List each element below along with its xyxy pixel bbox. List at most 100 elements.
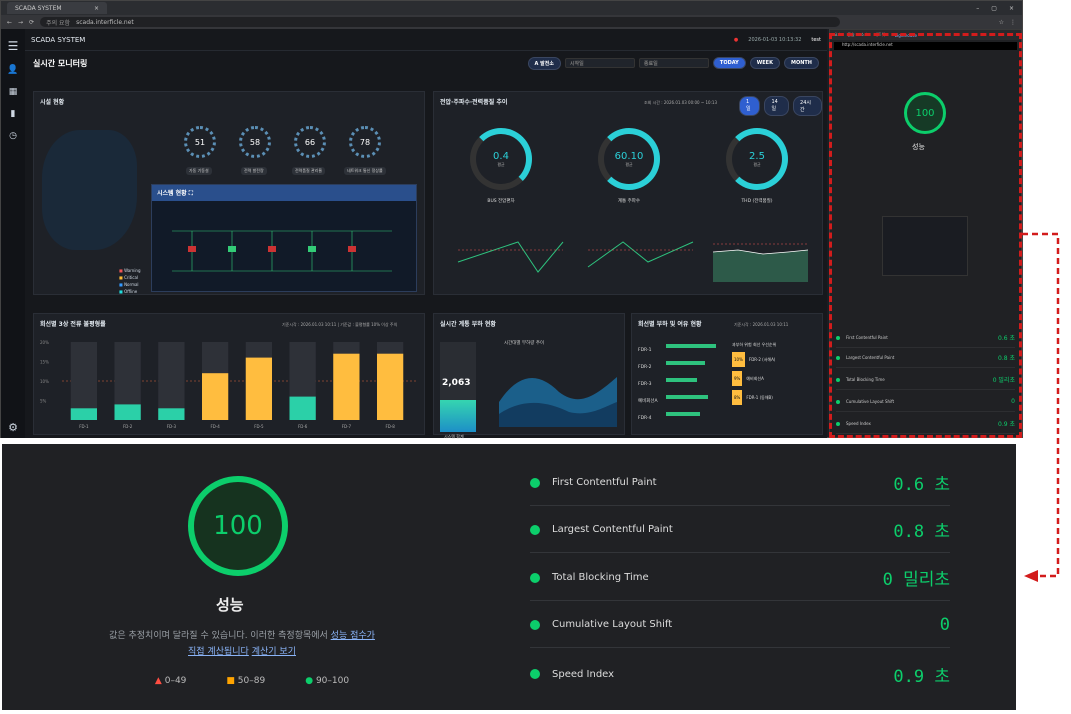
week-button[interactable]: WEEK [749, 57, 780, 69]
realtime-panel: 실시간 계통 부하 현황 2,063 시스템 합계 시간대별 부하량 추이 [433, 313, 625, 439]
forward-icon[interactable]: → [18, 19, 23, 26]
ring-1-sub: 평균 [497, 161, 505, 167]
y-tick-label: 15% [40, 360, 49, 365]
alert-title: 과부하 위험 회선 우선순위 [732, 342, 777, 347]
realtime-area-chart [499, 377, 617, 427]
big-score-label: 성능 [216, 596, 244, 614]
app-logo: SCADA SYSTEM [31, 35, 86, 44]
ring-3-value: 2.5 [749, 150, 765, 162]
url-text: scada.interficle.net [76, 18, 134, 26]
tab-bar: SCADA SYSTEM × – ▢ × [1, 1, 1022, 15]
score-link-3[interactable]: 계산기 보기 [252, 647, 296, 657]
metric-tbt-name: Total Blocking Time [552, 572, 649, 583]
bar-background [158, 342, 185, 420]
korea-map [42, 130, 137, 250]
grid-icon[interactable]: ▦ [9, 87, 18, 97]
alarm-icon[interactable]: ● [734, 37, 738, 43]
browser-tab[interactable]: SCADA SYSTEM × [7, 2, 107, 14]
month-button[interactable]: MONTH [783, 57, 819, 69]
ring-1-label: BUS 전압편차 [487, 199, 515, 204]
date-to-input[interactable]: 종료일 [638, 58, 709, 68]
ring-2-sub: 평균 [625, 161, 633, 167]
gauge-1: 51 [184, 126, 216, 158]
facility-title: 시설 현황 [40, 99, 65, 106]
metric-cls-value: 0 [939, 614, 950, 635]
overload-title: 회선별 부하 및 여유 현황 [638, 321, 702, 328]
hamburger-icon[interactable]: ☰ [8, 39, 19, 53]
alert-1-name: FDR-2 (서해A) [748, 356, 776, 362]
score-note-text: 값은 추정치이며 달라질 수 있습니다. 이러한 측정항목에서 [109, 631, 331, 641]
app-header: SCADA SYSTEM ● 2026-01-03 10:13:32 test [25, 29, 827, 51]
menu-icon[interactable]: ⋮ [1010, 19, 1016, 26]
x-tick-label: FD-5 [254, 424, 264, 429]
fail-icon: ▲ [154, 676, 162, 686]
alert-3-pct: 8% [732, 390, 743, 405]
reload-icon[interactable]: ⟳ [29, 19, 34, 26]
chart-icon[interactable]: ▮ [11, 109, 16, 119]
highlight-box [829, 33, 1022, 438]
zoom-score-panel: 100 성능 값은 추정치이며 달라질 수 있습니다. 이러한 측정항목에서 성… [2, 444, 516, 710]
gauge-3: 66 [294, 126, 326, 158]
ring-frequency: 60.10 평균 [598, 128, 660, 190]
close-tab-icon[interactable]: × [94, 5, 99, 12]
x-tick-label: FD-6 [298, 424, 308, 429]
feeder-2: FDR-2 [638, 365, 652, 370]
url-field[interactable]: 주의 요함 scada.interficle.net [40, 17, 841, 27]
feeder-note: 기준시각 : 2026.01.03 10:11 | 기준값 : 불평형률 10%… [282, 322, 398, 327]
gauge-2: 58 [239, 126, 271, 158]
ring-2-value: 60.10 [614, 150, 644, 162]
average-icon: ■ [226, 676, 235, 686]
minimize-icon[interactable]: – [976, 5, 979, 12]
alert-2-pct: 9% [732, 371, 743, 386]
legend-pass: 90–100 [315, 676, 350, 686]
ring-3-label: THD (전력품질) [741, 199, 773, 204]
date-from-input[interactable]: 시작일 [564, 58, 635, 68]
metric-si-name: Speed Index [552, 668, 615, 680]
alert-list: 10% FDR-2 (서해A) 9% 예비회선A 8% FDR-1 (동해B) [732, 352, 775, 405]
tab-1day[interactable]: 1일 [739, 96, 761, 116]
maximize-icon[interactable]: ▢ [991, 5, 997, 12]
score-legend: ▲ 0–49 ■ 50–89 ● 90–100 [62, 676, 442, 686]
bar [202, 373, 229, 420]
legend-warning: Warning [124, 268, 141, 273]
header-date: 2026-01-03 10:13:32 [748, 36, 802, 43]
bar [333, 353, 360, 420]
bar [158, 408, 185, 420]
gauge-1-label: 가동 기동설 [186, 167, 212, 175]
gauge-3-label: 전력품질 관리율 [292, 167, 326, 175]
feeder-3: FDR-3 [638, 382, 652, 387]
ring-thd: 2.5 평균 [726, 128, 788, 190]
plant-select[interactable]: A 발전소 [527, 56, 561, 70]
system-status-title[interactable]: 시스템 현황 ⛶ [152, 185, 416, 201]
trend-panel: 전압·주파수·전력품질 추이 조회 시간 : 2026.01.03 00:00 … [433, 91, 823, 295]
user-menu[interactable]: test [811, 37, 821, 43]
history-icon[interactable]: ◷ [9, 131, 17, 141]
metric-tbt-value: 0 밀리초 [882, 570, 950, 590]
realtime-chart-title: 시간대별 부하량 추이 [504, 341, 545, 346]
title-row: 실시간 모니터링 A 발전소 시작일 종료일 TODAY WEEK MONTH [25, 53, 827, 73]
close-window-icon[interactable]: × [1009, 5, 1014, 12]
back-icon[interactable]: ← [7, 19, 12, 26]
bar [377, 353, 404, 420]
x-tick-label: FD-7 [342, 424, 352, 429]
tab-14day[interactable]: 14일 [764, 96, 790, 116]
user-icon[interactable]: 👤 [7, 65, 18, 75]
score-link-1[interactable]: 성능 점수가 [331, 631, 375, 641]
tab-24h[interactable]: 24시간 [793, 96, 822, 116]
alert-3-name: FDR-1 (동해B) [746, 394, 773, 400]
x-tick-label: FD-3 [167, 424, 177, 429]
score-link-2[interactable]: 직접 계산됩니다 [188, 647, 249, 657]
legend-average: 50–89 [237, 676, 266, 686]
today-button[interactable]: TODAY [712, 57, 746, 69]
page-title: 실시간 모니터링 [33, 58, 88, 68]
metric-cls-name: Cumulative Layout Shift [552, 619, 673, 630]
score-note: 값은 추정치이며 달라질 수 있습니다. 이러한 측정항목에서 성능 점수가 직… [72, 628, 412, 660]
metric-si: Speed Index 0.9 초 [530, 651, 950, 697]
pass-icon: ● [305, 676, 314, 686]
ring-2-label: 계통 주파수 [617, 199, 641, 204]
address-bar: ← → ⟳ 주의 요함 scada.interficle.net ☆ ⋮ [1, 15, 1022, 29]
star-icon[interactable]: ☆ [999, 19, 1004, 26]
y-tick-label: 20% [40, 340, 49, 345]
settings-icon[interactable]: ⚙ [8, 421, 18, 434]
map-legend: ■ Warning ■ Critical ■ Normal ■ Offline [119, 268, 141, 294]
